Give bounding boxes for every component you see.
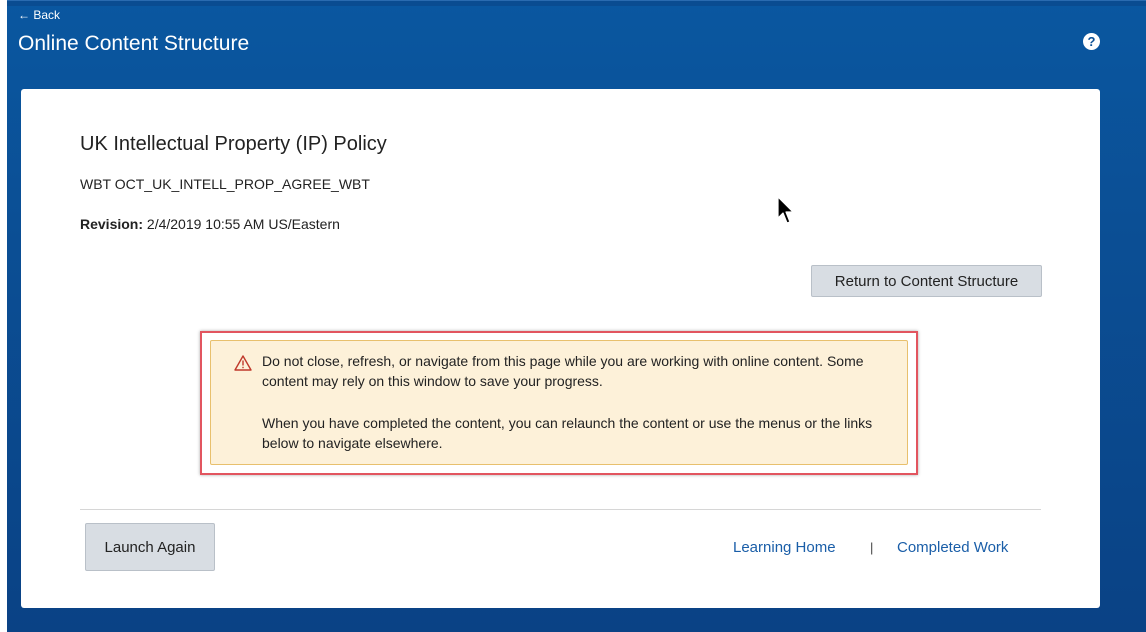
completed-work-link[interactable]: Completed Work xyxy=(897,539,1008,556)
link-separator: | xyxy=(870,540,874,555)
content-card: UK Intellectual Property (IP) Policy WBT… xyxy=(21,89,1100,608)
mouse-cursor-icon xyxy=(777,196,794,224)
warning-text-secondary: When you have completed the content, you… xyxy=(262,415,873,451)
divider xyxy=(80,509,1041,510)
revision-info: Revision: 2/4/2019 10:55 AM US/Eastern xyxy=(80,216,340,232)
page-title: Online Content Structure xyxy=(18,32,250,55)
revision-label: Revision: xyxy=(80,216,144,232)
return-to-content-structure-button[interactable]: Return to Content Structure xyxy=(811,265,1042,297)
warning-icon xyxy=(234,355,252,371)
help-icon[interactable]: ? xyxy=(1083,33,1100,50)
warning-text-primary: Do not close, refresh, or navigate from … xyxy=(262,353,864,389)
back-link[interactable]: ← Back xyxy=(18,9,60,22)
launch-again-button[interactable]: Launch Again xyxy=(85,523,215,571)
top-strip xyxy=(7,0,1146,6)
revision-value: 2/4/2019 10:55 AM US/Eastern xyxy=(146,216,340,232)
content-code: WBT OCT_UK_INTELL_PROP_AGREE_WBT xyxy=(80,176,370,192)
warning-message: Do not close, refresh, or navigate from … xyxy=(210,340,908,465)
content-title: UK Intellectual Property (IP) Policy xyxy=(80,133,387,155)
learning-home-link[interactable]: Learning Home xyxy=(733,539,836,556)
